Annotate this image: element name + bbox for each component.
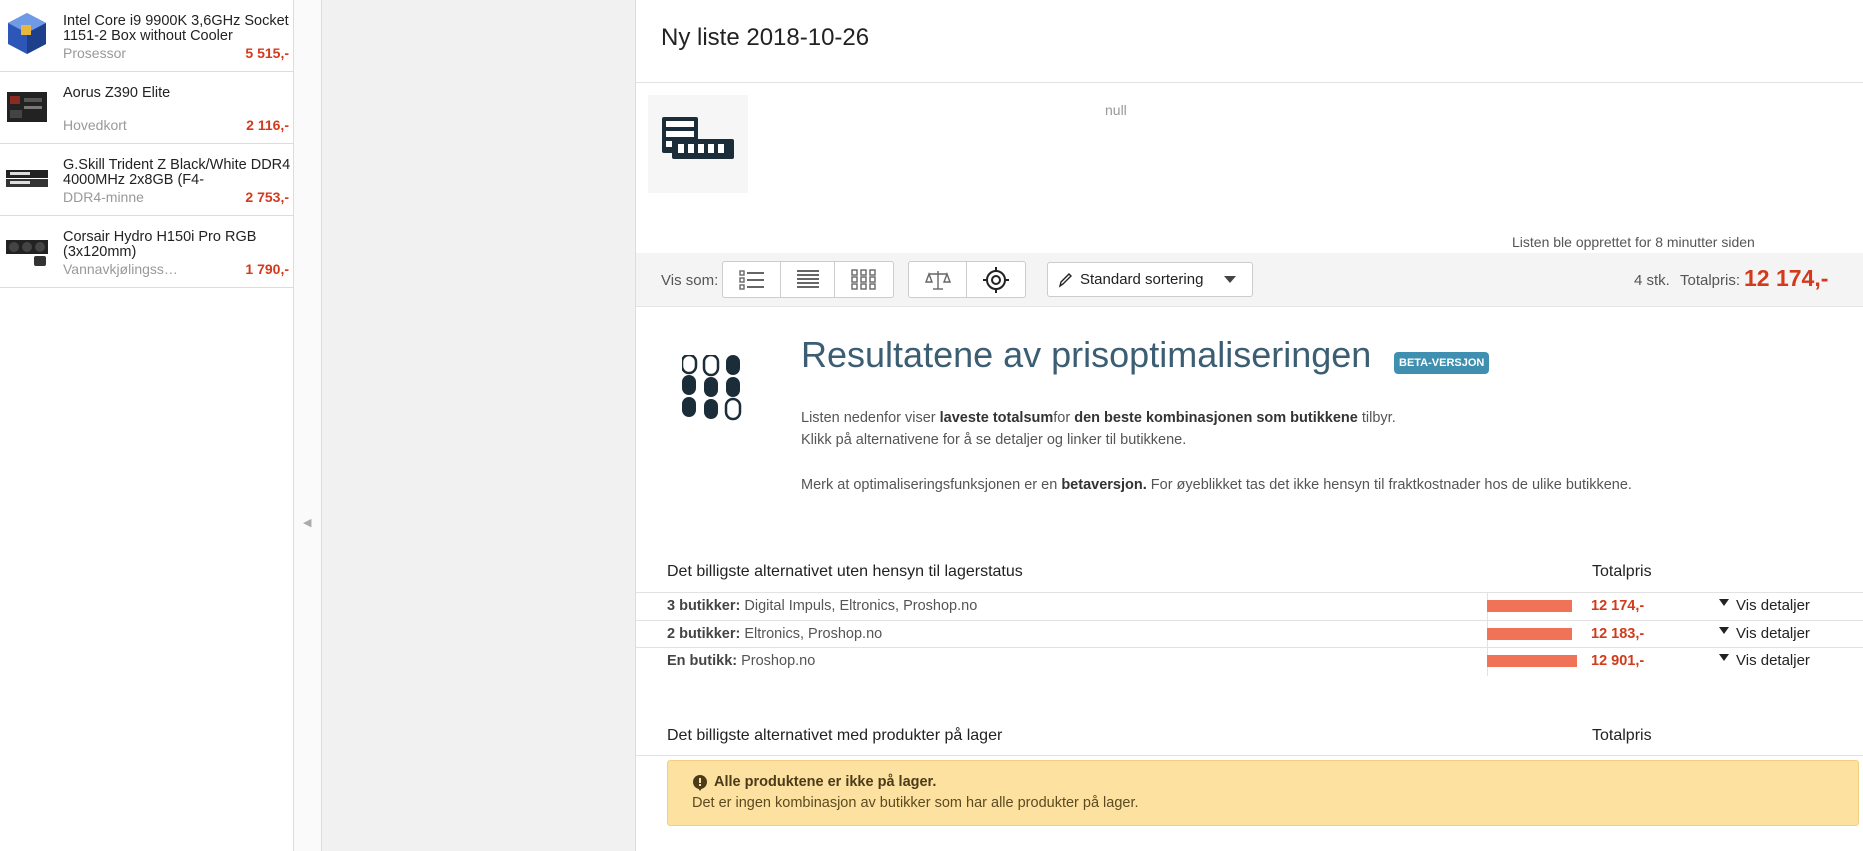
show-details-toggle[interactable]: Vis detaljer <box>1719 652 1810 669</box>
option-row[interactable]: 3 butikker: Digital Impuls, Eltronics, P… <box>636 592 1863 621</box>
list-item[interactable]: G.Skill Trident Z Black/White DDR4 4000M… <box>0 144 293 216</box>
item-count: 4 stk. <box>1634 272 1670 289</box>
motherboard-product-image <box>7 92 47 122</box>
sort-label: Standard sortering <box>1080 271 1204 288</box>
detailed-list-icon <box>738 269 764 290</box>
product-category: Vannavkjølingss… <box>63 261 178 277</box>
divider <box>636 82 1863 83</box>
scale-icon <box>924 270 951 290</box>
show-details-toggle[interactable]: Vis detaljer <box>1719 597 1810 614</box>
product-price: 2 116,- <box>246 117 289 133</box>
caret-down-icon <box>1719 654 1729 661</box>
list-toolbar: Vis som: Standard sortering 4 stk. Total… <box>636 253 1863 307</box>
divider <box>636 755 1863 756</box>
show-details-toggle[interactable]: Vis detaljer <box>1719 625 1810 642</box>
chevron-left-icon: ◀ <box>303 517 312 529</box>
page-title[interactable]: Ny liste 2018-10-26 <box>661 24 869 52</box>
optimization-heading: Resultatene av prisoptimaliseringen <box>801 334 1372 375</box>
caret-down-icon <box>1719 627 1729 634</box>
target-icon <box>983 266 1009 293</box>
chevron-down-icon <box>1224 276 1236 283</box>
product-price: 1 790,- <box>245 261 289 277</box>
total-price-header: Totalpris <box>1592 727 1652 744</box>
list-item[interactable]: Aorus Z390 Elite Hovedkort 2 116,- <box>0 72 293 144</box>
option-row[interactable]: 2 butikker: Eltronics, Proshop.no 12 183… <box>636 620 1863 649</box>
product-name: Aorus Z390 Elite <box>63 86 171 101</box>
caret-down-icon <box>1719 599 1729 606</box>
compact-list-icon <box>796 269 819 288</box>
memory-product-image <box>6 170 48 187</box>
main-panel: Ny liste 2018-10-26 null Listen ble oppr… <box>636 0 1863 851</box>
total-price-value: 12 174,- <box>1744 265 1829 291</box>
product-price: 5 515,- <box>245 45 289 61</box>
grid-icon <box>851 268 876 290</box>
product-price: 2 753,- <box>245 189 289 205</box>
option-row[interactable]: En butikk: Proshop.no 12 901,- Vis detal… <box>636 647 1863 676</box>
price-optimize-button[interactable] <box>967 262 1025 297</box>
product-category: Hovedkort <box>63 117 127 133</box>
product-name: Intel Core i9 9900K 3,6GHz Socket 1151-2… <box>63 14 289 43</box>
section-heading-cheapest: Det billigste alternativet uten hensyn t… <box>667 563 1023 580</box>
product-name: G.Skill Trident Z Black/White DDR4 4000M… <box>63 158 291 187</box>
view-grid-button[interactable] <box>835 262 893 297</box>
sidebar-collapse-handle[interactable]: ◀ <box>294 0 322 851</box>
view-mode-group <box>722 261 894 298</box>
option-price: 12 174,- <box>1591 598 1645 614</box>
total-price-header: Totalpris <box>1592 563 1652 580</box>
list-description: null <box>1105 102 1127 118</box>
view-label: Vis som: <box>661 272 719 289</box>
optimization-hint: Klikk på alternativene for å se detaljer… <box>801 432 1187 448</box>
tools-group <box>908 261 1026 298</box>
water-cooler-product-image <box>6 240 48 266</box>
product-category: DDR4-minne <box>63 189 144 205</box>
warning-title: Alle produktene er ikke på lager. <box>714 774 937 790</box>
warning-text: Det er ingen kombinasjon av butikker som… <box>692 795 1139 811</box>
cpu-product-image <box>8 13 46 54</box>
list-image[interactable] <box>648 95 748 193</box>
view-compact-list-button[interactable] <box>781 262 835 297</box>
exclamation-icon <box>693 775 707 791</box>
empty-panel <box>322 0 636 851</box>
sort-dropdown[interactable]: Standard sortering <box>1047 262 1253 297</box>
created-timestamp: Listen ble opprettet for 8 minutter side… <box>1512 234 1755 250</box>
list-item[interactable]: Intel Core i9 9900K 3,6GHz Socket 1151-2… <box>0 0 293 72</box>
option-price: 12 901,- <box>1591 653 1645 669</box>
total-price-label: Totalpris: <box>1680 272 1741 289</box>
product-sidebar: Intel Core i9 9900K 3,6GHz Socket 1151-2… <box>0 0 294 851</box>
section-heading-in-stock: Det billigste alternativet med produkter… <box>667 727 1003 744</box>
chain-links-icon <box>682 355 742 421</box>
view-detailed-list-button[interactable] <box>723 262 781 297</box>
price-bar <box>1487 628 1572 640</box>
optimization-intro: Listen nedenfor viser laveste totalsumfo… <box>801 410 1396 426</box>
pencil-icon <box>1058 272 1072 288</box>
price-bar <box>1487 600 1572 612</box>
list-item[interactable]: Corsair Hydro H150i Pro RGB (3x120mm) Va… <box>0 216 293 288</box>
optimization-beta-note: Merk at optimaliseringsfunksjonen er en … <box>801 477 1632 493</box>
compare-button[interactable] <box>909 262 967 297</box>
product-name: Corsair Hydro H150i Pro RGB (3x120mm) <box>63 230 257 259</box>
beta-badge: BETA-VERSJON <box>1394 352 1490 374</box>
price-bar <box>1487 655 1577 667</box>
option-price: 12 183,- <box>1591 626 1645 642</box>
product-category: Prosessor <box>63 45 127 61</box>
stock-warning: Alle produktene er ikke på lager. Det er… <box>667 760 1859 826</box>
